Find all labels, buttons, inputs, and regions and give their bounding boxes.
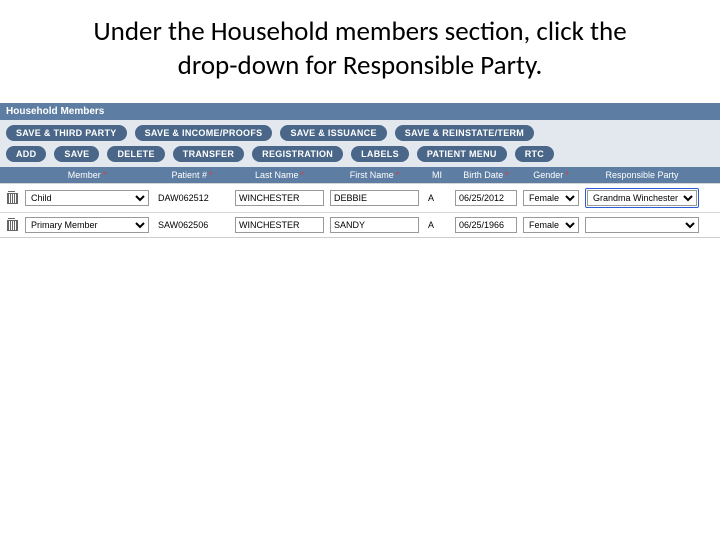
col-patient-label: Patient # [171,170,207,180]
required-marker: * [103,170,107,180]
patient-number: SAW062506 [155,220,211,230]
mi-value: A [425,193,437,203]
col-firstname-label: First Name [350,170,394,180]
toolbar-row-1: SAVE & THIRD PARTY SAVE & INCOME/PROOFS SA… [0,120,720,146]
instruction-text: Under the Household members section, cli… [90,15,630,83]
member-select[interactable]: Primary Member [25,217,149,233]
birthdate-input[interactable] [455,217,517,233]
first-name-input[interactable] [330,190,419,206]
first-name-input[interactable] [330,217,419,233]
member-select[interactable]: Child [25,190,149,206]
table-row: Primary Member SAW062506 A Female [0,212,720,237]
required-marker: * [209,170,213,180]
toolbar-button[interactable]: SAVE & THIRD PARTY [6,125,127,141]
last-name-input[interactable] [235,217,324,233]
table-row: Child DAW062512 A Female Grandma Winchester [0,183,720,212]
toolbar-button[interactable]: PATIENT MENU [417,146,507,162]
gender-select[interactable]: Female [523,217,579,233]
toolbar-button[interactable]: SAVE & INCOME/PROOFS [135,125,273,141]
col-member-label: Member [68,170,101,180]
col-responsible-party-label: Responsible Party [605,170,678,180]
toolbar-button[interactable]: SAVE [54,146,99,162]
col-mi-label: MI [432,170,442,180]
patient-number: DAW062512 [155,193,212,203]
toolbar-button[interactable]: LABELS [351,146,409,162]
toolbar-button[interactable]: ADD [6,146,46,162]
col-lastname-label: Last Name [255,170,299,180]
required-marker: * [396,170,400,180]
trash-icon[interactable] [7,219,16,230]
toolbar-button[interactable]: SAVE & REINSTATE/TERM [395,125,534,141]
required-marker: * [565,170,569,180]
column-headers: Member* Patient #* Last Name* First Name… [0,167,720,183]
mi-value: A [425,220,437,230]
responsible-party-select[interactable] [585,217,699,233]
trash-icon[interactable] [7,192,16,203]
last-name-input[interactable] [235,190,324,206]
data-rows-container: Child DAW062512 A Female Grandma Winchester P… [0,183,720,238]
responsible-party-select[interactable]: Grandma Winchester [587,190,697,206]
col-birthdate-label: Birth Date [463,170,503,180]
toolbar-row-2: ADD SAVE DELETE TRANSFER REGISTRATION LABELS P… [0,146,720,167]
household-members-header: Household Members [0,103,720,120]
toolbar-button[interactable]: DELETE [107,146,164,162]
required-marker: * [301,170,305,180]
toolbar-button[interactable]: REGISTRATION [252,146,343,162]
gender-select[interactable]: Female [523,190,579,206]
col-gender-label: Gender [533,170,563,180]
toolbar-button[interactable]: SAVE & ISSUANCE [280,125,386,141]
toolbar-button[interactable]: RTC [515,146,554,162]
required-marker: * [505,170,509,180]
birthdate-input[interactable] [455,190,517,206]
toolbar-button[interactable]: TRANSFER [173,146,244,162]
